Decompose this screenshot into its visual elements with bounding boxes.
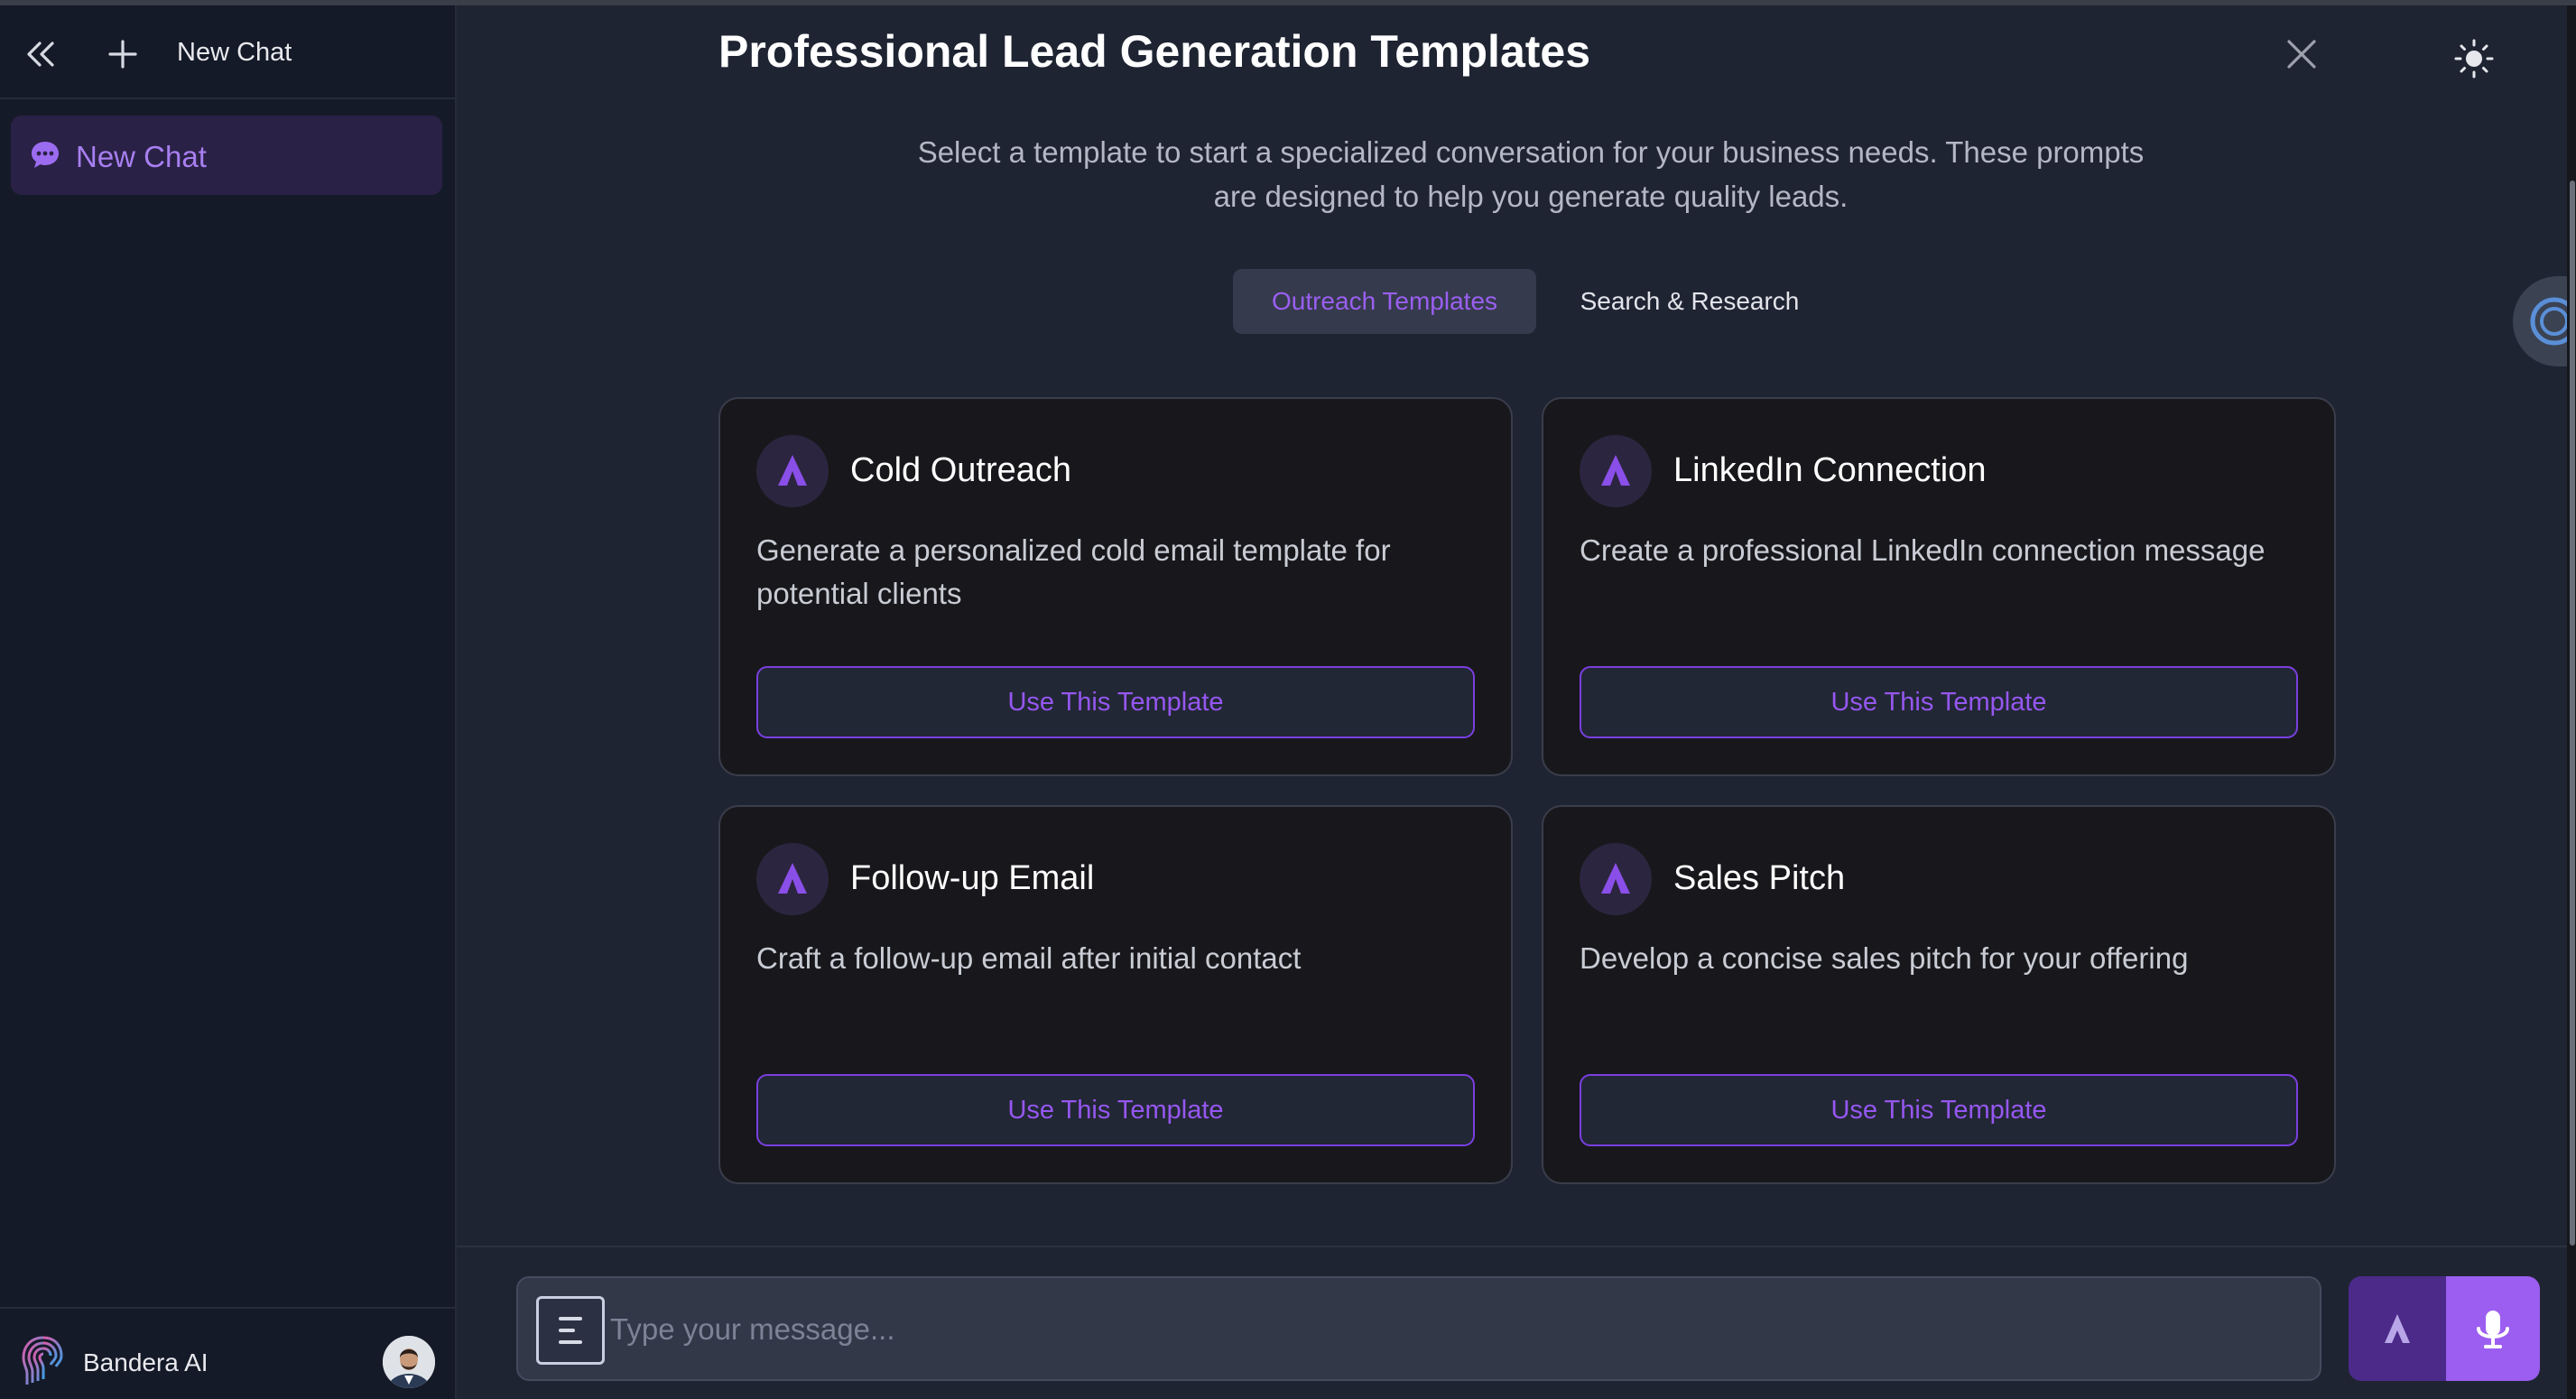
- template-card-sales-pitch: Sales Pitch Develop a concise sales pitc…: [1542, 805, 2336, 1184]
- bandera-logo-icon: [756, 843, 829, 915]
- template-card-linkedin-connection: LinkedIn Connection Create a professiona…: [1542, 397, 2336, 776]
- bandera-logo-icon: [756, 435, 829, 507]
- templates-menu-icon[interactable]: [536, 1296, 605, 1365]
- chat-bubble-icon: [29, 139, 61, 171]
- card-title: Sales Pitch: [1673, 859, 1846, 897]
- page-title: Professional Lead Generation Templates: [718, 26, 1591, 77]
- use-template-button[interactable]: Use This Template: [756, 1074, 1475, 1146]
- send-button[interactable]: [2349, 1276, 2446, 1381]
- card-description: Develop a concise sales pitch for your o…: [1580, 941, 2189, 975]
- brand-name: Bandera AI: [83, 1348, 208, 1376]
- message-input[interactable]: [610, 1309, 2289, 1350]
- tab-search-research[interactable]: Search & Research: [1536, 269, 1843, 334]
- use-template-button[interactable]: Use This Template: [1580, 1074, 2298, 1146]
- scrollbar-thumb[interactable]: [2570, 181, 2575, 1246]
- card-description: Create a professional LinkedIn connectio…: [1580, 533, 2266, 567]
- use-template-button[interactable]: Use This Template: [756, 666, 1475, 738]
- floating-assistant-icon[interactable]: [2513, 276, 2576, 366]
- card-title: Cold Outreach: [850, 451, 1072, 489]
- template-card-follow-up-email: Follow-up Email Craft a follow-up email …: [718, 805, 1513, 1184]
- card-description: Generate a personalized cold email templ…: [756, 533, 1391, 610]
- new-chat-button[interactable]: New Chat: [177, 38, 292, 68]
- sun-theme-toggle-icon[interactable]: [2451, 36, 2497, 81]
- sidebar-footer: Bandera AI: [0, 1307, 455, 1399]
- bandera-logo-icon: [1580, 435, 1652, 507]
- sidebar-header: New Chat: [0, 5, 455, 99]
- user-avatar[interactable]: [383, 1336, 435, 1388]
- template-card-cold-outreach: Cold Outreach Generate a personalized co…: [718, 397, 1513, 776]
- new-chat-plus-icon[interactable]: [105, 36, 141, 72]
- page-subtitle: Select a template to start a specialized…: [917, 135, 2145, 213]
- bandera-logo-icon: [1580, 843, 1652, 915]
- fingerprint-brain-icon: [16, 1332, 70, 1390]
- close-icon[interactable]: [2282, 34, 2321, 74]
- main-panel: Professional Lead Generation Templates S…: [457, 5, 2576, 1399]
- message-composer: [516, 1276, 2321, 1381]
- card-title: Follow-up Email: [850, 859, 1095, 897]
- sidebar: New Chat New Chat Bandera AI: [0, 5, 457, 1399]
- card-description: Craft a follow-up email after initial co…: [756, 941, 1302, 975]
- use-template-button[interactable]: Use This Template: [1580, 666, 2298, 738]
- sidebar-item-new-chat[interactable]: New Chat: [11, 116, 442, 195]
- sidebar-item-label: New Chat: [76, 140, 207, 173]
- composer-divider: [457, 1246, 2567, 1247]
- microphone-button[interactable]: [2446, 1276, 2540, 1381]
- tab-outreach-templates[interactable]: Outreach Templates: [1233, 269, 1536, 334]
- card-title: LinkedIn Connection: [1673, 451, 1987, 489]
- collapse-sidebar-icon[interactable]: [23, 36, 60, 72]
